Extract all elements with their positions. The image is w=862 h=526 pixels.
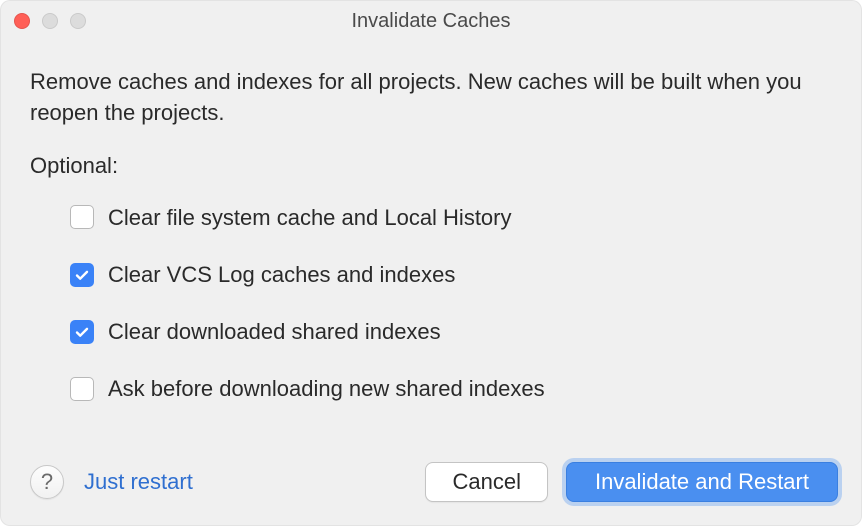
help-icon: ? xyxy=(41,469,53,495)
option-label: Clear file system cache and Local Histor… xyxy=(108,202,512,233)
window-controls xyxy=(14,13,86,29)
checkbox[interactable] xyxy=(70,263,94,287)
optional-label: Optional: xyxy=(30,150,832,181)
option-label: Clear VCS Log caches and indexes xyxy=(108,259,455,290)
cancel-button[interactable]: Cancel xyxy=(425,462,547,502)
minimize-window-button[interactable] xyxy=(42,13,58,29)
option-row[interactable]: Clear downloaded shared indexes xyxy=(70,316,832,347)
description-text: Remove caches and indexes for all projec… xyxy=(30,66,832,128)
dialog-window: Invalidate Caches Remove caches and inde… xyxy=(0,0,862,526)
titlebar: Invalidate Caches xyxy=(0,0,862,42)
dialog-footer: ? Just restart Cancel Invalidate and Res… xyxy=(0,438,862,526)
just-restart-link[interactable]: Just restart xyxy=(82,469,195,495)
options-list: Clear file system cache and Local Histor… xyxy=(30,202,832,405)
help-button[interactable]: ? xyxy=(30,465,64,499)
check-icon xyxy=(74,324,90,340)
option-row[interactable]: Ask before downloading new shared indexe… xyxy=(70,373,832,404)
maximize-window-button[interactable] xyxy=(70,13,86,29)
checkbox[interactable] xyxy=(70,377,94,401)
checkbox[interactable] xyxy=(70,205,94,229)
check-icon xyxy=(74,267,90,283)
dialog-title: Invalidate Caches xyxy=(0,10,862,33)
close-window-button[interactable] xyxy=(14,13,30,29)
option-label: Clear downloaded shared indexes xyxy=(108,316,441,347)
option-label: Ask before downloading new shared indexe… xyxy=(108,373,545,404)
checkbox[interactable] xyxy=(70,320,94,344)
option-row[interactable]: Clear file system cache and Local Histor… xyxy=(70,202,832,233)
dialog-content: Remove caches and indexes for all projec… xyxy=(0,42,862,438)
option-row[interactable]: Clear VCS Log caches and indexes xyxy=(70,259,832,290)
invalidate-restart-button[interactable]: Invalidate and Restart xyxy=(566,462,838,502)
